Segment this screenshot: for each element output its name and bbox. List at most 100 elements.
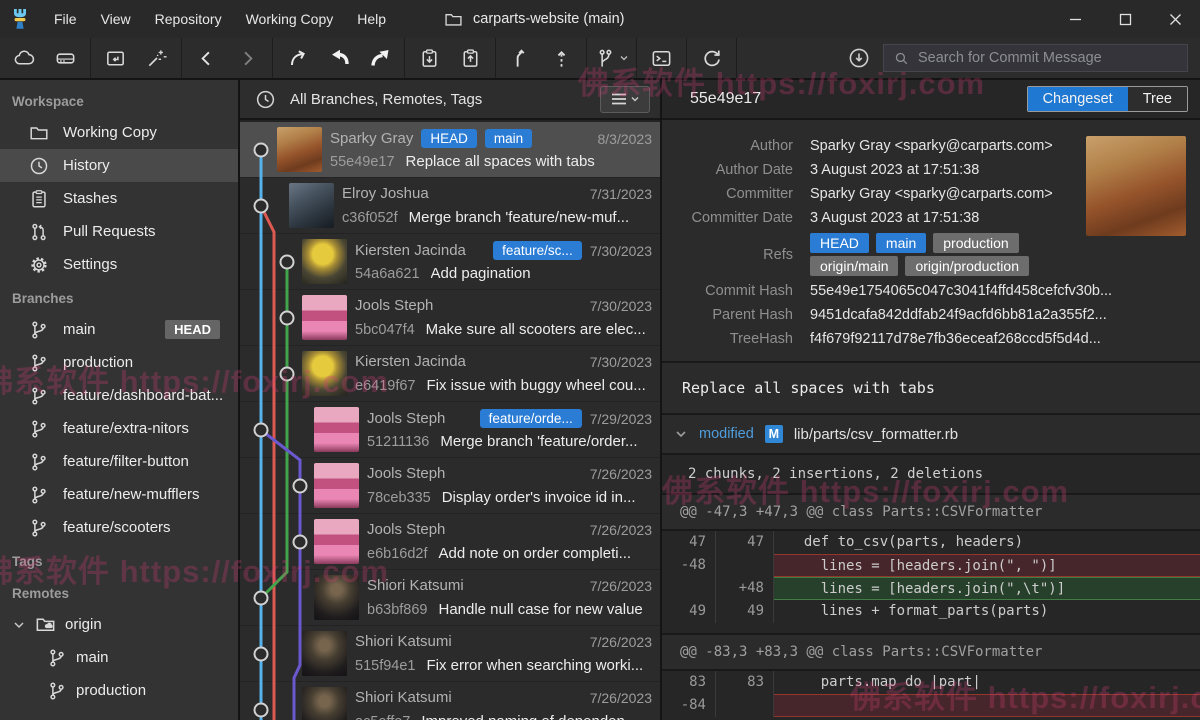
commit-author: Shiori Katsumi [367, 577, 464, 594]
back-button[interactable] [186, 41, 227, 75]
ref-badge-feature-sc[interactable]: feature/sc... [493, 241, 582, 260]
commit-short-hash: 55e49e17 [330, 154, 395, 170]
sidebar-item-history[interactable]: History [0, 149, 238, 182]
branch-item-feature-scooters[interactable]: feature/scooters [0, 511, 238, 544]
close-button[interactable] [1150, 0, 1200, 38]
branch-item-feature-extra-nitors[interactable]: feature/extra-nitors [0, 412, 238, 445]
terminal-button[interactable] [641, 41, 682, 75]
ref-badge-feature-orde[interactable]: feature/orde... [480, 409, 582, 428]
commit-row[interactable]: Elroy Joshua7/31/2023c36f052fMerge branc… [240, 178, 660, 233]
commit-info-section: AuthorSparky Gray <sparky@carparts.com>A… [662, 120, 1200, 363]
cloud-button[interactable] [4, 41, 45, 75]
commit-detail-panel: 55e49e17 Changeset Tree AuthorSparky Gra… [662, 80, 1200, 720]
create-branch-button[interactable] [500, 41, 541, 75]
commit-list-panel: All Branches, Remotes, Tags Sparky GrayH… [240, 80, 662, 720]
window-controls [1050, 0, 1200, 38]
menu-repository[interactable]: Repository [143, 2, 234, 36]
ref-badge-head[interactable]: HEAD [421, 129, 477, 148]
branch-label: feature/new-mufflers [63, 486, 199, 503]
sidebar-item-pull-requests[interactable]: Pull Requests [0, 215, 238, 248]
field-value: 55e49e1754065c047c3041f4ffd458cefcfv30b.… [810, 283, 1112, 299]
toolbar-right: Search for Commit Message [847, 44, 1200, 72]
diff-code: lines = [headers.join(",\t")] [774, 577, 1200, 600]
diff-line: 4949 lines + format_parts(parts) [662, 600, 1200, 623]
menu-working-copy[interactable]: Working Copy [234, 2, 346, 36]
commit-author: Shiori Katsumi [355, 633, 452, 650]
commit-row[interactable]: Jools Steph7/26/202378ceb335Display orde… [240, 458, 660, 513]
forward-button[interactable] [227, 41, 268, 75]
menu-help[interactable]: Help [345, 2, 398, 36]
field-label: TreeHash [662, 331, 810, 347]
commit-short-hash: 515f94e1 [355, 658, 415, 674]
branch-item-feature-dashboard-bat[interactable]: feature/dashboard-bat... [0, 379, 238, 412]
remote-branch-production[interactable]: production [0, 674, 238, 707]
ref-badge-origin-main[interactable]: origin/main [810, 256, 898, 276]
ref-badge-main[interactable]: main [485, 129, 532, 148]
ref-badge-main[interactable]: main [876, 233, 926, 253]
sidebar-item-settings[interactable]: Settings [0, 248, 238, 281]
branch-filter-label[interactable]: All Branches, Remotes, Tags [290, 91, 482, 108]
download-circle-button[interactable] [847, 46, 871, 70]
chevron-down-icon [674, 427, 688, 441]
commit-row[interactable]: Kiersten Jacindafeature/sc...7/30/202354… [240, 234, 660, 289]
commit-short-hash: 51211136 [367, 434, 429, 450]
commit-avatar [302, 295, 347, 340]
unstash-button[interactable] [450, 41, 491, 75]
commit-row[interactable]: Jools Steph7/26/2023e6b16d2fAdd note on … [240, 514, 660, 569]
fetch-button[interactable] [277, 41, 318, 75]
diff-line: +48 lines = [headers.join(",\t")] [662, 577, 1200, 600]
sidebar-item-working-copy[interactable]: Working Copy [0, 116, 238, 149]
push-commit-button[interactable] [541, 41, 582, 75]
commit-short-hash: 78ceb335 [367, 490, 431, 506]
sidebar-item-stashes[interactable]: Stashes [0, 182, 238, 215]
menu-file[interactable]: File [42, 2, 89, 36]
git-flow-button[interactable] [591, 41, 632, 75]
commit-message: Add pagination [431, 265, 531, 282]
maximize-button[interactable] [1100, 0, 1150, 38]
ref-badge-head[interactable]: HEAD [810, 233, 869, 253]
pull-button[interactable] [318, 41, 359, 75]
minimize-button[interactable] [1050, 0, 1100, 38]
detail-short-hash: 55e49e17 [690, 90, 761, 108]
field-value: Sparky Gray <sparky@carparts.com> [810, 138, 1053, 154]
refresh-button[interactable] [691, 41, 732, 75]
tab-changeset[interactable]: Changeset [1028, 87, 1128, 111]
menu-view[interactable]: View [89, 2, 143, 36]
push-button[interactable] [359, 41, 400, 75]
drive-button[interactable] [45, 41, 86, 75]
ref-badge-production[interactable]: production [933, 233, 1018, 253]
commit-short-hash: b63bf869 [367, 602, 427, 618]
ref-badge-origin-production[interactable]: origin/production [905, 256, 1029, 276]
branch-item-production[interactable]: production [0, 346, 238, 379]
tab-tree[interactable]: Tree [1128, 87, 1187, 111]
file-status-label: modified [699, 426, 754, 442]
branch-item-feature-filter-button[interactable]: feature/filter-button [0, 445, 238, 478]
remote-branch-main[interactable]: main [0, 641, 238, 674]
commit-row[interactable]: Sparky GrayHEADmain8/3/202355e49e17Repla… [240, 122, 660, 177]
commit-row[interactable]: Shiori Katsumi7/26/2023515f94e1Fix error… [240, 626, 660, 681]
commit-row[interactable]: Jools Steph7/30/20235bc047f4Make sure al… [240, 290, 660, 345]
commit-author: Kiersten Jacinda [355, 353, 466, 370]
quick-launch-button[interactable] [136, 41, 177, 75]
commit-row[interactable]: Shiori Katsumi7/26/2023ac5effe7Improved … [240, 682, 660, 720]
detail-header: 55e49e17 Changeset Tree [662, 80, 1200, 120]
commit-row[interactable]: Shiori Katsumi7/26/2023b63bf869Handle nu… [240, 570, 660, 625]
list-options-button[interactable] [600, 86, 650, 113]
commit-message: Display order's invoice id in... [442, 489, 636, 506]
branch-item-feature-new-mufflers[interactable]: feature/new-mufflers [0, 478, 238, 511]
remote-origin[interactable]: origin [0, 608, 238, 641]
branch-icon [28, 484, 50, 506]
open-repo-button[interactable] [95, 41, 136, 75]
folder-icon [28, 122, 50, 144]
changed-file-row[interactable]: modified M lib/parts/csv_formatter.rb [662, 415, 1200, 455]
diff-line: -48 lines = [headers.join(", ")] [662, 554, 1200, 577]
branch-item-main[interactable]: mainHEAD [0, 313, 238, 346]
commit-date: 7/30/2023 [590, 354, 652, 370]
commit-search-input[interactable]: Search for Commit Message [883, 44, 1188, 72]
detail-field-treehash: TreeHashf4f679f92117d78e7fb36eceaf268ccd… [662, 327, 1200, 351]
commit-row[interactable]: Jools Stephfeature/orde...7/29/202351211… [240, 402, 660, 457]
old-line-number: -48 [662, 554, 716, 577]
stash-button[interactable] [409, 41, 450, 75]
commit-row[interactable]: Kiersten Jacinda7/30/2023e6419f67Fix iss… [240, 346, 660, 401]
commit-avatar [277, 127, 322, 172]
